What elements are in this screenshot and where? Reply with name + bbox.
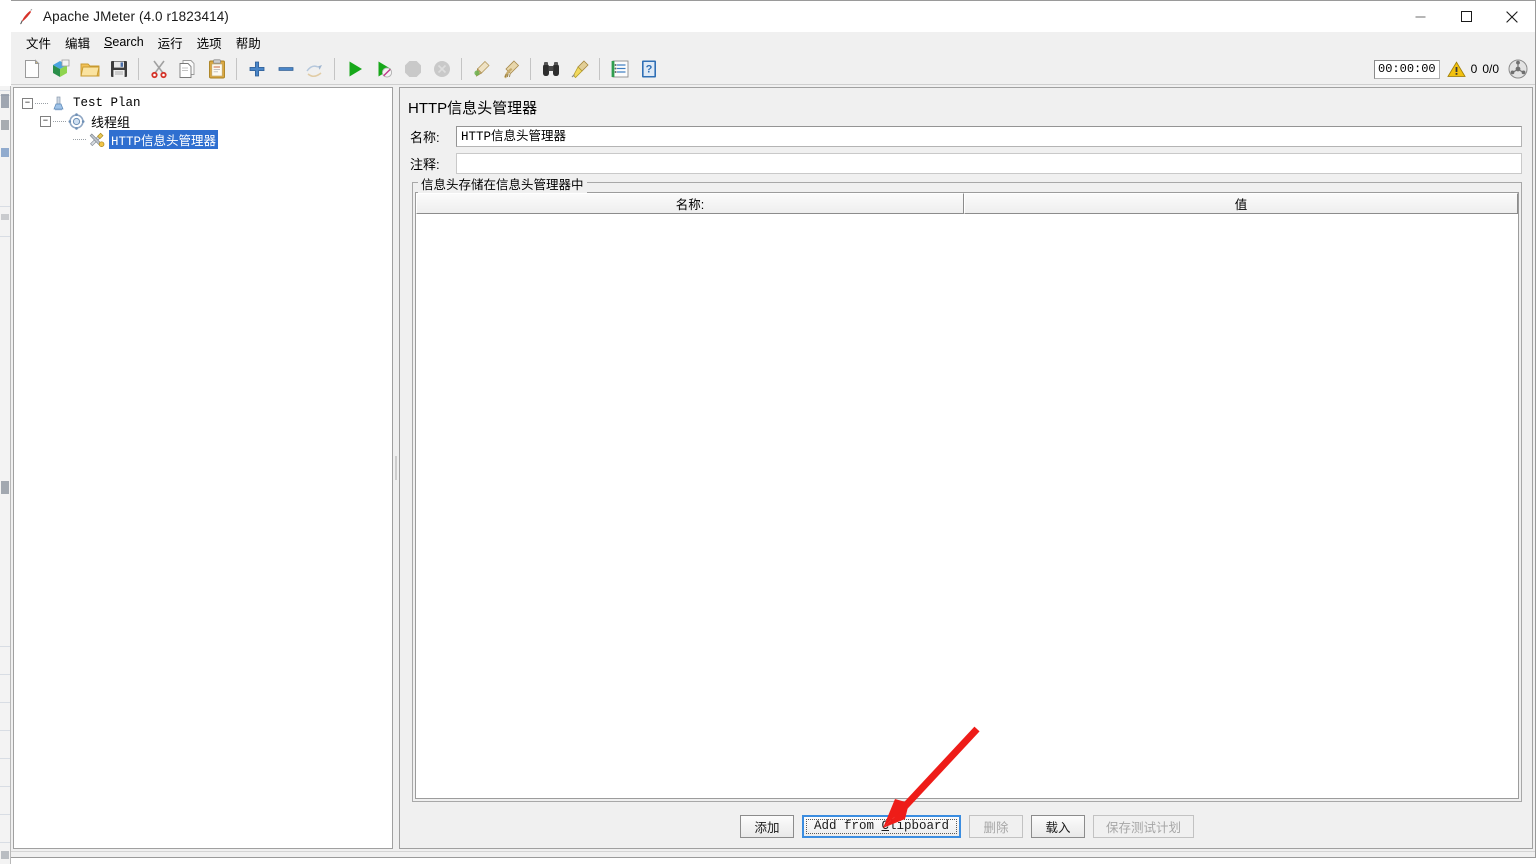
menu-run[interactable]: 运行 <box>152 32 189 53</box>
headers-table[interactable]: 名称: 值 <box>415 192 1519 799</box>
comment-input[interactable] <box>456 152 1522 174</box>
column-header-name[interactable]: 名称: <box>416 193 964 214</box>
jmeter-feather-icon <box>17 8 35 26</box>
expand-toggle-icon[interactable]: − <box>22 97 33 109</box>
delete-button[interactable]: 删除 <box>969 814 1024 838</box>
page-title: HTTP信息头管理器 <box>408 100 538 117</box>
headers-group-title: 信息头存储在信息头管理器中 <box>418 174 587 193</box>
tree-node-header-manager[interactable]: HTTP信息头管理器 <box>22 129 392 149</box>
menu-help[interactable]: 帮助 <box>230 32 267 53</box>
toolbar-separator <box>138 57 139 80</box>
clipboard-icon[interactable] <box>202 56 231 82</box>
menu-search[interactable]: Search <box>98 34 150 50</box>
function-list-icon[interactable] <box>605 56 634 82</box>
tree-label-test-plan: Test Plan <box>73 96 141 110</box>
leaf-spacer <box>60 134 71 145</box>
stop-octagon-icon[interactable] <box>398 56 427 82</box>
tree-connector <box>53 120 66 122</box>
headers-group-box: 信息头存储在信息头管理器中 名称: 值 <box>412 174 1522 802</box>
remote-engine-icon[interactable] <box>1507 58 1529 80</box>
name-label: 名称: <box>410 129 440 145</box>
scissors-icon[interactable] <box>144 56 173 82</box>
clear-all-broom-icon[interactable] <box>496 56 525 82</box>
tree-node-test-plan[interactable]: − Test Plan <box>22 94 392 112</box>
toolbar-separator <box>461 57 462 80</box>
add-from-clipboard-label: Add from Clipboard <box>813 819 950 833</box>
templates-icon[interactable] <box>46 56 75 82</box>
toolbar-status-area: 00:00:00 0 0/0 <box>1374 53 1529 85</box>
title-bar: Apache JMeter (4.0 r1823414) <box>11 1 1535 32</box>
save-test-plan-button[interactable]: 保存测试计划 <box>1093 814 1195 838</box>
window-controls <box>1397 1 1535 32</box>
play-no-timers-icon[interactable] <box>369 56 398 82</box>
tree-label-header-manager: HTTP信息头管理器 <box>109 129 219 149</box>
window-title: Apache JMeter (4.0 r1823414) <box>43 9 229 24</box>
play-green-icon[interactable] <box>340 56 369 82</box>
new-document-icon[interactable] <box>17 56 46 82</box>
elapsed-time-field: 00:00:00 <box>1374 59 1440 79</box>
toolbar-separator <box>236 57 237 80</box>
menu-file[interactable]: 文件 <box>20 32 57 53</box>
reset-brush-icon[interactable] <box>565 56 594 82</box>
toolbar-separator <box>530 57 531 80</box>
status-bar <box>11 851 1535 857</box>
comment-label: 注释: <box>410 156 440 172</box>
tree-node-thread-group[interactable]: − 线程组 <box>22 112 392 130</box>
header-manager-detail-panel: HTTP信息头管理器 名称: HTTP信息头管理器 注释: 信息头存储在信息头管… <box>399 87 1533 849</box>
menu-edit[interactable]: 编辑 <box>59 32 96 53</box>
svg-text:?: ? <box>645 63 652 75</box>
comment-field-row: 注释: <box>400 151 1532 175</box>
splitter-grip <box>395 456 397 480</box>
menu-options[interactable]: 选项 <box>191 32 228 53</box>
thread-group-icon <box>68 112 85 130</box>
toolbar-separator <box>334 57 335 80</box>
close-icon[interactable] <box>1489 1 1535 32</box>
plus-icon[interactable] <box>242 56 271 82</box>
jmeter-main-window: Apache JMeter (4.0 r1823414) 文件 编辑 Searc… <box>11 0 1536 858</box>
headers-table-header-row: 名称: 值 <box>416 193 1518 214</box>
test-plan-tree-panel[interactable]: − Test Plan − 线程组 HTTP信息头管理器 <box>13 87 393 849</box>
toolbar-separator <box>599 57 600 80</box>
tree-connector <box>35 102 48 104</box>
maximize-icon[interactable] <box>1443 1 1489 32</box>
add-from-clipboard-button[interactable]: Add from Clipboard <box>801 814 962 838</box>
column-header-value[interactable]: 值 <box>964 193 1518 214</box>
tree-connector <box>73 138 86 140</box>
copy-pages-icon[interactable] <box>173 56 202 82</box>
warning-count: 0 <box>1470 62 1478 76</box>
toggle-arrows-icon[interactable] <box>300 56 329 82</box>
main-split-pane: − Test Plan − 线程组 HTTP信息头管理器 HTTP信息头管理器 … <box>11 85 1535 851</box>
open-folder-icon[interactable] <box>75 56 104 82</box>
background-window-sliver <box>0 86 11 864</box>
add-button[interactable]: 添加 <box>739 814 794 838</box>
expand-toggle-icon[interactable]: − <box>40 115 51 127</box>
warning-triangle-icon[interactable] <box>1446 60 1466 78</box>
toolbar: ? 00:00:00 0 0/0 <box>11 53 1535 85</box>
load-button[interactable]: 载入 <box>1031 814 1086 838</box>
shutdown-circle-icon[interactable] <box>427 56 456 82</box>
test-plan-icon <box>50 95 67 112</box>
tree-label-thread-group: 线程组 <box>91 114 131 130</box>
help-book-icon[interactable]: ? <box>634 56 663 82</box>
binoculars-icon[interactable] <box>536 56 565 82</box>
header-manager-icon <box>88 131 105 148</box>
headers-table-body[interactable] <box>416 214 1518 798</box>
minus-icon[interactable] <box>271 56 300 82</box>
name-field-row: 名称: HTTP信息头管理器 <box>400 124 1532 148</box>
menu-bar: 文件 编辑 Search 运行 选项 帮助 <box>11 32 1535 53</box>
minimize-icon[interactable] <box>1397 1 1443 32</box>
thread-count: 0/0 <box>1482 62 1499 76</box>
name-input[interactable]: HTTP信息头管理器 <box>456 125 1522 147</box>
header-manager-button-bar: 添加 Add from Clipboard 删除 载入 保存测试计划 <box>412 806 1522 846</box>
test-plan-tree: − Test Plan − 线程组 HTTP信息头管理器 <box>14 88 392 149</box>
save-floppy-icon[interactable] <box>104 56 133 82</box>
clear-broom-icon[interactable] <box>467 56 496 82</box>
